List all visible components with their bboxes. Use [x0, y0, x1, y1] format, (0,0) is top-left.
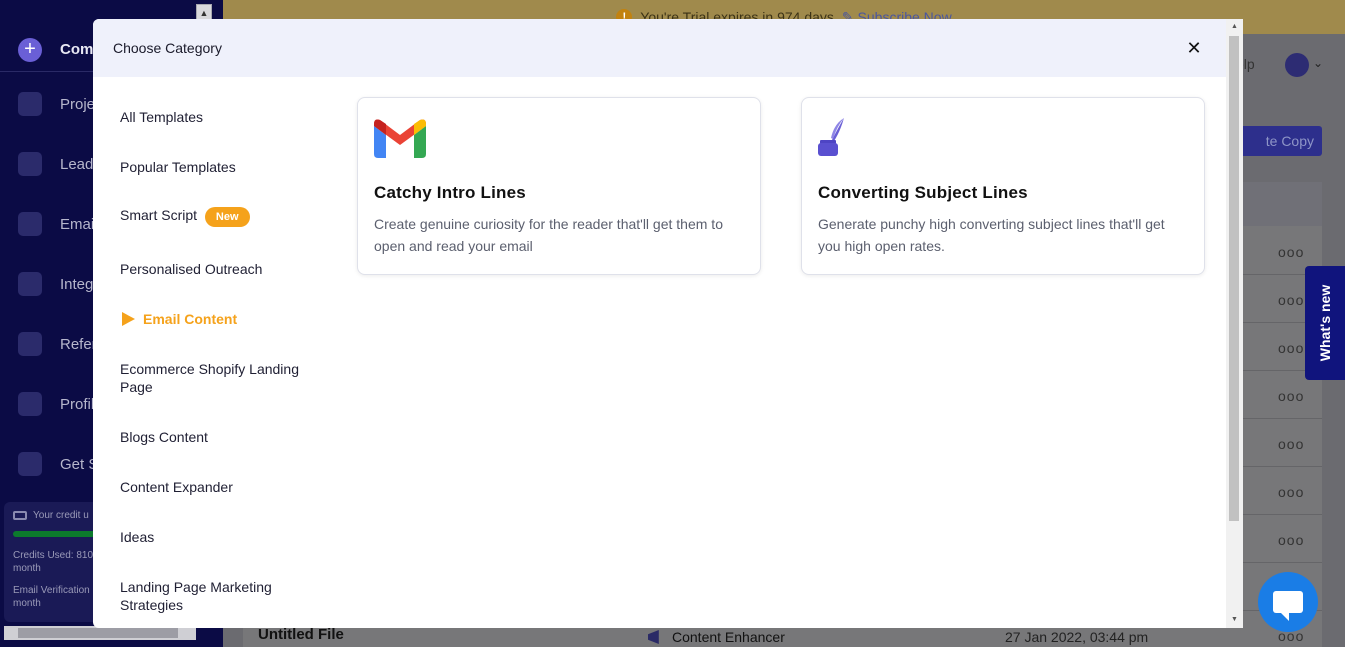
category-personalised-outreach[interactable]: Personalised Outreach	[120, 260, 320, 278]
category-blogs-content[interactable]: Blogs Content	[120, 428, 320, 446]
chat-bubble-icon	[1273, 591, 1303, 621]
sidebar-item-label: Emai	[60, 215, 95, 233]
modal-title: Choose Category	[113, 40, 222, 56]
template-title: Catchy Intro Lines	[374, 183, 526, 202]
gmail-icon	[374, 119, 426, 158]
modal-scrollbar[interactable]: ▲ ▼	[1226, 19, 1243, 628]
lead-icon	[18, 152, 42, 176]
credit-card-icon	[13, 511, 27, 520]
avatar[interactable]	[1285, 53, 1309, 77]
chat-button[interactable]	[1258, 572, 1318, 632]
megaphone-icon	[648, 630, 659, 644]
bolt-icon	[18, 212, 42, 236]
user-icon	[18, 392, 42, 416]
category-ideas[interactable]: Ideas	[120, 528, 320, 546]
category-all-templates[interactable]: All Templates	[120, 108, 320, 126]
chevron-down-icon[interactable]: ⌄	[1313, 56, 1323, 70]
sidebar-item-label: Lead	[60, 155, 94, 173]
sidebar-item-label: Integ	[60, 275, 94, 293]
scroll-down-arrow[interactable]: ▼	[1226, 612, 1243, 628]
close-icon[interactable]: ✕	[1184, 38, 1204, 58]
file-date: 27 Jan 2022, 03:44 pm	[1005, 629, 1149, 645]
refer-icon	[18, 332, 42, 356]
row-menu-icon[interactable]: ooo	[1278, 292, 1304, 308]
row-menu-icon[interactable]: ooo	[1278, 340, 1304, 356]
horizontal-scrollbar[interactable]	[4, 626, 196, 640]
choose-category-modal: Choose Category ✕ All Templates Popular …	[93, 19, 1226, 628]
template-card-catchy-intro-lines[interactable]: Catchy Intro Lines Create genuine curios…	[357, 97, 761, 275]
whats-new-tab[interactable]: What's new	[1305, 266, 1345, 380]
file-title[interactable]: Untitled File	[258, 626, 344, 643]
category-popular-templates[interactable]: Popular Templates	[120, 158, 320, 176]
new-badge: New	[204, 207, 250, 227]
row-menu-icon[interactable]: ooo	[1278, 244, 1304, 260]
quill-ink-icon	[818, 118, 844, 156]
compose-label: Com	[60, 41, 94, 58]
category-smart-script[interactable]: Smart Script New	[120, 206, 320, 227]
file-type: Content Enhancer	[648, 629, 785, 645]
folder-icon	[18, 92, 42, 116]
modal-header: Choose Category ✕	[93, 19, 1226, 77]
category-ecommerce-shopify-landing-page[interactable]: Ecommerce Shopify Landing Page	[120, 360, 320, 396]
template-description: Generate punchy high converting subject …	[818, 216, 1165, 254]
scroll-up-arrow[interactable]: ▲	[1226, 19, 1243, 35]
template-card-converting-subject-lines[interactable]: Converting Subject Lines Generate punchy…	[801, 97, 1205, 275]
sidebar-item-label: Proje	[60, 95, 96, 113]
sidebar-item-label: Refer	[60, 335, 97, 353]
category-email-content[interactable]: Email Content	[122, 310, 322, 328]
credit-header: Your credit u	[33, 510, 89, 521]
row-menu-icon[interactable]: ooo	[1278, 484, 1304, 500]
template-description: Create genuine curiosity for the reader …	[374, 216, 723, 254]
category-landing-page-marketing-strategies[interactable]: Landing Page Marketing Strategies	[120, 578, 320, 614]
category-label: Smart Script	[120, 207, 198, 223]
category-content-expander[interactable]: Content Expander	[120, 478, 320, 496]
template-title: Converting Subject Lines	[818, 183, 1028, 202]
row-menu-icon[interactable]: ooo	[1278, 388, 1304, 404]
play-arrow-icon	[122, 312, 135, 326]
sidebar-item-label: Profil	[60, 395, 95, 413]
plus-icon: +	[18, 37, 42, 62]
row-menu-icon[interactable]: ooo	[1278, 436, 1304, 452]
puzzle-icon	[18, 272, 42, 296]
row-menu-icon[interactable]: ooo	[1278, 532, 1304, 548]
scrollbar-thumb[interactable]	[1229, 36, 1239, 521]
category-label: Email Content	[143, 311, 238, 327]
rocket-icon	[18, 452, 42, 476]
